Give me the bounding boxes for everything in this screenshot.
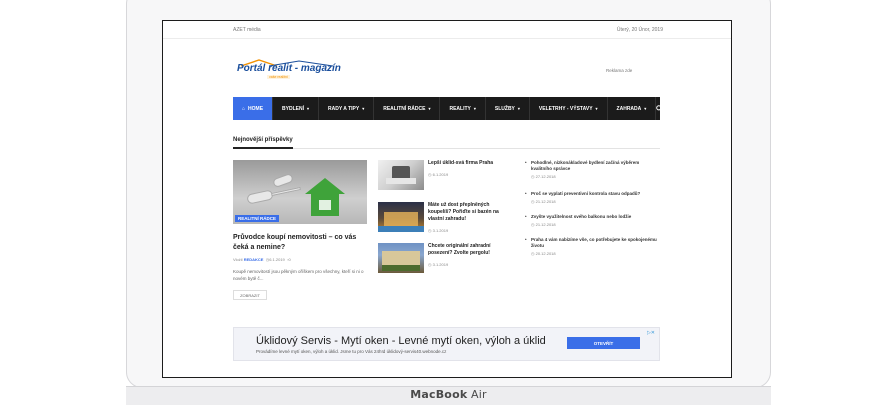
post-title[interactable]: Proč se vyplatí preventivní kontrola sta… xyxy=(525,191,660,197)
top-bar-date: Úterý, 20 Únor, 2019 xyxy=(616,27,663,33)
list-item[interactable]: Zvyšte využitelnost svého balkonu nebo l… xyxy=(525,214,660,227)
post-title[interactable]: Praha 4 vám nabízíme vše, co potřebujete… xyxy=(525,237,660,249)
featured-post-meta: Vložil REDAKCE ◷6.1.2019 ▫0 xyxy=(233,257,291,262)
ad-subtitle: Provádíme levné mytí oken, výloh a úklid… xyxy=(256,349,447,354)
chevron-down-icon: ▾ xyxy=(362,106,365,111)
nav-item-zahrada[interactable]: ZAHRADA ▾ xyxy=(608,97,657,120)
chevron-down-icon: ▾ xyxy=(517,106,520,111)
featured-excerpt: Koupě nemovitostí jsou pěkným oříškem pr… xyxy=(233,269,364,281)
post-date: 6.1.2019 xyxy=(269,257,285,262)
read-more-button[interactable]: ZOBRAZIT xyxy=(233,290,267,300)
nav-item-home[interactable]: ⌂ HOME xyxy=(233,97,274,120)
list-item[interactable]: Máte už dost přeplněných koupelíš? Pořiď… xyxy=(378,202,508,236)
nav-item-sluzby[interactable]: SLUŽBY ▾ xyxy=(486,97,530,120)
main-navigation: ⌂ HOME BYDLENÍ ▾ RADY A TIPY ▾ REALITNÍ … xyxy=(233,97,663,120)
chevron-down-icon: ▾ xyxy=(473,106,476,111)
chevron-down-icon: ▾ xyxy=(644,106,647,111)
post-date: ◷ 6.1.2019 xyxy=(428,172,449,177)
browser-viewport: AZET média Úterý, 20 Únor, 2019 Portál r… xyxy=(162,20,732,378)
top-bar: AZET média Úterý, 20 Únor, 2019 xyxy=(163,21,731,39)
ad-banner[interactable]: ▷✕ Úklidový Servis - Mytí oken - Levné m… xyxy=(233,327,660,361)
laptop-frame: AZET média Úterý, 20 Únor, 2019 Portál r… xyxy=(126,0,771,405)
list-item[interactable]: Lepší úklid-svá firma Praha ◷ 6.1.2019 xyxy=(378,160,508,194)
list-item[interactable]: Chcete originální zahradní posezení? Zvo… xyxy=(378,243,508,277)
post-date: ◷ 3.1.2019 xyxy=(428,262,449,267)
nav-item-realitni-radce[interactable]: REALITNÍ RÁDCE ▾ xyxy=(374,97,441,120)
ad-info-icon[interactable]: ▷✕ xyxy=(647,330,655,336)
post-thumbnail[interactable] xyxy=(378,160,424,190)
nav-search-button[interactable] xyxy=(656,97,663,120)
post-date: ◷ 20.12.2018 xyxy=(531,251,556,256)
ad-open-button[interactable]: OTEVŘÍT xyxy=(567,337,640,349)
house-icon xyxy=(305,178,345,194)
nav-item-reality[interactable]: REALITY ▾ xyxy=(440,97,486,120)
nav-label: ZAHRADA xyxy=(616,105,642,112)
ad-title[interactable]: Úklidový Servis - Mytí oken - Levné mytí… xyxy=(256,335,546,347)
post-title[interactable]: Pohodlné, nízkonákladové bydlení začíná … xyxy=(525,160,660,172)
nav-label: BYDLENÍ xyxy=(282,105,304,112)
post-date: ◷ 27.12.2018 xyxy=(531,174,556,179)
post-thumbnail[interactable] xyxy=(378,243,424,273)
post-title[interactable]: Zvyšte využitelnost svého balkonu nebo l… xyxy=(525,214,660,220)
site-logo[interactable]: Portál realit - magazín vaše realitní xyxy=(237,59,341,83)
post-title[interactable]: Lepší úklid-svá firma Praha xyxy=(428,160,508,167)
comment-count[interactable]: 0 xyxy=(288,257,290,262)
nav-item-veletrhy-vystavy[interactable]: VELETRHY - VÝSTAVY ▾ xyxy=(530,97,608,120)
nav-item-bydleni[interactable]: BYDLENÍ ▾ xyxy=(273,97,319,120)
list-item[interactable]: Proč se vyplatí preventivní kontrola sta… xyxy=(525,191,660,204)
post-date: ◷ 21.12.2018 xyxy=(531,222,556,227)
nav-label: REALITNÍ RÁDCE xyxy=(383,105,426,112)
top-bar-left-text: AZET média xyxy=(233,27,261,33)
section-divider xyxy=(233,147,660,149)
post-date: ◷ 3.1.2019 xyxy=(428,228,449,233)
home-icon: ⌂ xyxy=(242,105,246,112)
header-ad-label[interactable]: Reklama zde xyxy=(606,68,632,73)
featured-post-title[interactable]: Průvodce koupí nemovitosti – co vás čeká… xyxy=(233,233,367,253)
logo-text: Portál realit - magazín xyxy=(237,63,341,74)
nav-label: RADY A TIPY xyxy=(328,105,360,112)
nav-label: HOME xyxy=(248,105,264,112)
post-title[interactable]: Máte už dost přeplněných koupelíš? Pořiď… xyxy=(428,202,508,223)
post-author[interactable]: REDAKCE xyxy=(244,257,264,262)
category-badge[interactable]: REALITNÍ RÁDCE xyxy=(235,215,279,222)
nav-label: SLUŽBY xyxy=(494,105,515,112)
author-prefix: Vložil xyxy=(233,257,243,262)
search-icon xyxy=(656,105,663,112)
nav-label: REALITY xyxy=(449,105,471,112)
logo-tagline: vaše realitní xyxy=(267,75,290,79)
list-item[interactable]: Praha 4 vám nabízíme vše, co potřebujete… xyxy=(525,237,660,256)
nav-item-rady-a-tipy[interactable]: RADY A TIPY ▾ xyxy=(319,97,375,120)
post-thumbnail[interactable] xyxy=(378,202,424,232)
chevron-down-icon: ▾ xyxy=(595,106,598,111)
list-item[interactable]: Pohodlné, nízkonákladové bydlení začíná … xyxy=(525,160,660,179)
section-title: Nejnovější příspěvky xyxy=(233,137,293,143)
post-date: ◷ 21.12.2018 xyxy=(531,199,556,204)
post-title[interactable]: Chcete originální zahradní posezení? Zvo… xyxy=(428,243,508,257)
chevron-down-icon: ▾ xyxy=(428,106,431,111)
nav-label: VELETRHY - VÝSTAVY xyxy=(538,105,593,112)
chevron-down-icon: ▾ xyxy=(306,106,309,111)
device-brand-label: MacBook Air xyxy=(410,388,487,401)
